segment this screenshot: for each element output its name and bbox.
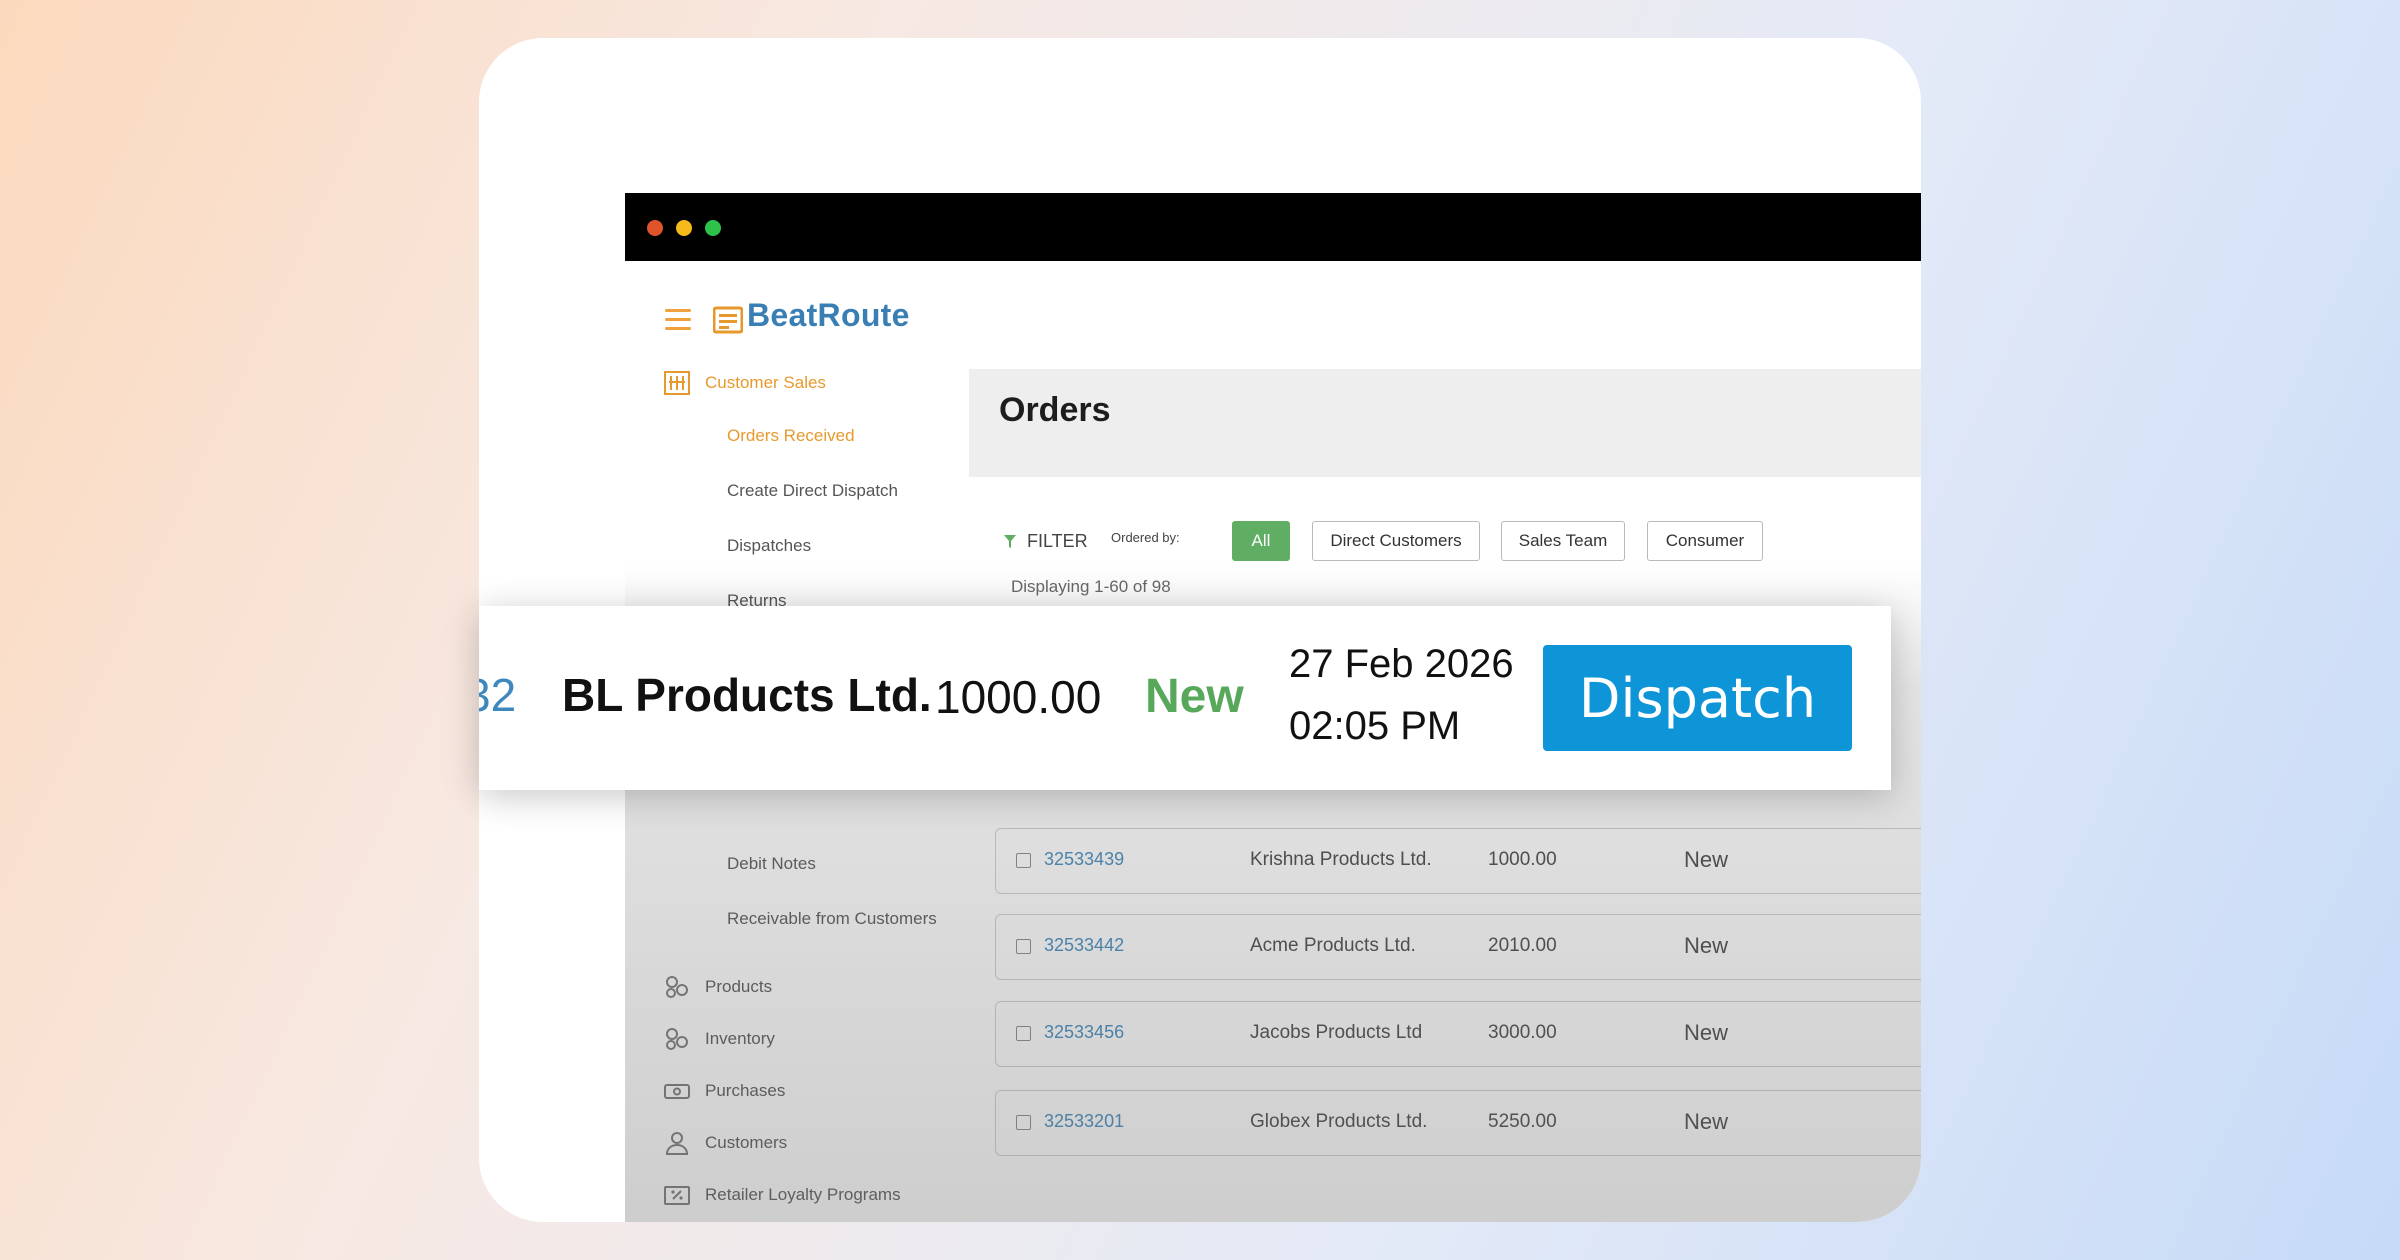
- order-amount: 2010.00: [1488, 935, 1557, 956]
- window-titlebar: [625, 193, 1921, 261]
- beatroute-logo-icon: [713, 306, 743, 334]
- sidebar-section-label: Retailer Loyalty Programs: [705, 1185, 901, 1204]
- highlighted-order-row[interactable]: 32 BL Products Ltd. 1000.00 New 27 Feb 2…: [479, 606, 1891, 790]
- sidebar-item-debit-notes[interactable]: Debit Notes: [727, 854, 816, 874]
- ordered-by-label: Ordered by:: [1111, 530, 1180, 545]
- table-row[interactable]: 32533439 Krishna Products Ltd. 1000.00 N…: [995, 828, 1921, 894]
- row-checkbox[interactable]: [1016, 853, 1031, 868]
- user-icon: [663, 1130, 691, 1156]
- maximize-dot[interactable]: [705, 220, 721, 236]
- sidebar-section-label: Products: [705, 977, 773, 996]
- order-status: New: [1684, 933, 1729, 958]
- boxes-icon: [663, 974, 691, 1000]
- minimize-dot[interactable]: [676, 220, 692, 236]
- chip-all[interactable]: All: [1232, 521, 1290, 561]
- order-id-link[interactable]: 32533439: [1044, 849, 1124, 870]
- brand-name: BeatRoute: [747, 297, 910, 333]
- cash-icon: [663, 1078, 691, 1104]
- order-status: New: [1684, 847, 1729, 872]
- chip-direct-customers[interactable]: Direct Customers: [1312, 521, 1480, 561]
- chip-sales-team[interactable]: Sales Team: [1501, 521, 1625, 561]
- building-icon: [663, 370, 691, 396]
- order-id-link[interactable]: 32533201: [1044, 1111, 1124, 1132]
- sidebar-section-inventory[interactable]: Inventory: [663, 1026, 775, 1052]
- order-status: New: [1145, 670, 1244, 723]
- page-title: Orders: [999, 391, 1111, 429]
- order-status: New: [1684, 1109, 1729, 1134]
- boxes-icon: [663, 1026, 691, 1052]
- order-amount: 1000.00: [1488, 849, 1557, 870]
- sidebar-section-label: Customers: [705, 1133, 788, 1152]
- order-amount: 5250.00: [1488, 1111, 1557, 1132]
- sidebar-section-retailer-loyalty-programs[interactable]: Retailer Loyalty Programs: [663, 1182, 901, 1208]
- customer-name: Krishna Products Ltd.: [1250, 849, 1432, 870]
- order-id-link[interactable]: 32: [479, 668, 516, 722]
- menu-icon[interactable]: [665, 309, 691, 331]
- order-id-link[interactable]: 32533456: [1044, 1022, 1124, 1043]
- sidebar-section-label: Customer Sales: [705, 373, 826, 392]
- orders-header: Orders: [969, 369, 1921, 477]
- table-row[interactable]: 32533456 Jacobs Products Ltd 3000.00 New: [995, 1001, 1921, 1067]
- customer-name: BL Products Ltd.: [562, 669, 932, 721]
- sidebar-item-dispatches[interactable]: Dispatches: [727, 536, 811, 556]
- chip-consumer[interactable]: Consumer: [1647, 521, 1763, 561]
- row-checkbox[interactable]: [1016, 1026, 1031, 1041]
- sidebar-section-label: Purchases: [705, 1081, 786, 1100]
- customer-name: Acme Products Ltd.: [1250, 935, 1416, 956]
- order-id-link[interactable]: 32533442: [1044, 935, 1124, 956]
- coupon-icon: [663, 1182, 691, 1208]
- customer-name: Jacobs Products Ltd: [1250, 1022, 1423, 1043]
- sidebar-item-receivable-from-customers[interactable]: Receivable from Customers: [727, 909, 937, 929]
- order-date: 27 Feb 2026: [1289, 642, 1514, 686]
- sidebar-section-products[interactable]: Products: [663, 974, 772, 1000]
- sidebar-item-create-direct-dispatch[interactable]: Create Direct Dispatch: [727, 481, 898, 501]
- sidebar-section-customer-sales[interactable]: Customer Sales: [663, 370, 826, 396]
- filter-button[interactable]: FILTER: [1003, 531, 1088, 552]
- sidebar-section-label: Inventory: [705, 1029, 775, 1048]
- sidebar-section-customers[interactable]: Customers: [663, 1130, 787, 1156]
- order-amount: 1000.00: [935, 671, 1102, 723]
- order-status: New: [1684, 1020, 1729, 1045]
- filter-label: FILTER: [1027, 531, 1088, 551]
- dispatch-button[interactable]: Dispatch: [1543, 645, 1852, 751]
- table-row[interactable]: 32533442 Acme Products Ltd. 2010.00 New: [995, 914, 1921, 980]
- close-dot[interactable]: [647, 220, 663, 236]
- row-checkbox[interactable]: [1016, 1115, 1031, 1130]
- filter-icon: [1004, 534, 1016, 548]
- table-row[interactable]: 32533201 Globex Products Ltd. 5250.00 Ne…: [995, 1090, 1921, 1156]
- customer-name: Globex Products Ltd.: [1250, 1111, 1428, 1132]
- sidebar-section-purchases[interactable]: Purchases: [663, 1078, 785, 1104]
- sidebar-item-orders-received[interactable]: Orders Received: [727, 426, 855, 446]
- order-amount: 3000.00: [1488, 1022, 1557, 1043]
- displaying-count: Displaying 1-60 of 98: [1011, 577, 1171, 596]
- order-time: 02:05 PM: [1289, 704, 1461, 748]
- row-checkbox[interactable]: [1016, 939, 1031, 954]
